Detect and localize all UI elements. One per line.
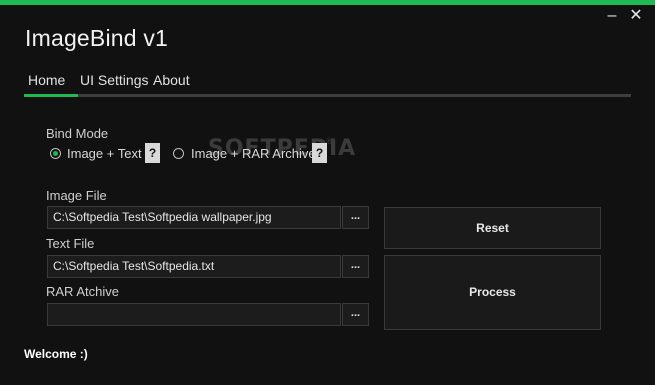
- radio-image-rar[interactable]: [173, 148, 184, 159]
- browse-text-button[interactable]: ...: [342, 255, 369, 278]
- rar-archive-input[interactable]: [47, 303, 341, 326]
- text-file-label: Text File: [46, 236, 95, 251]
- tab-ui-settings[interactable]: UI Settings: [80, 72, 148, 88]
- help-image-rar-button[interactable]: ?: [312, 143, 327, 163]
- tab-home[interactable]: Home: [28, 72, 65, 88]
- text-file-input[interactable]: C:\Softpedia Test\Softpedia.txt: [47, 255, 341, 278]
- window-accent-bar: [0, 0, 655, 5]
- process-button[interactable]: Process: [384, 255, 601, 330]
- radio-image-text-label[interactable]: Image + Text: [67, 146, 142, 161]
- bind-mode-label: Bind Mode: [46, 126, 109, 141]
- tab-about[interactable]: About: [153, 72, 190, 88]
- tab-divider: [24, 94, 631, 97]
- image-file-input[interactable]: C:\Softpedia Test\Softpedia wallpaper.jp…: [47, 206, 341, 229]
- radio-image-text[interactable]: [50, 148, 61, 159]
- browse-rar-button[interactable]: ...: [342, 303, 369, 326]
- image-file-label: Image File: [46, 188, 107, 203]
- minimize-icon[interactable]: –: [605, 8, 619, 24]
- app-title: ImageBind v1: [25, 25, 169, 51]
- status-message: Welcome :): [24, 347, 88, 361]
- help-image-text-button[interactable]: ?: [145, 143, 160, 163]
- close-icon[interactable]: ✕: [629, 8, 643, 24]
- browse-image-button[interactable]: ...: [342, 206, 369, 229]
- active-tab-indicator: [24, 94, 78, 97]
- rar-archive-label: RAR Atchive: [46, 284, 119, 299]
- reset-button[interactable]: Reset: [384, 207, 601, 249]
- radio-image-rar-label[interactable]: Image + RAR Archive: [191, 146, 316, 161]
